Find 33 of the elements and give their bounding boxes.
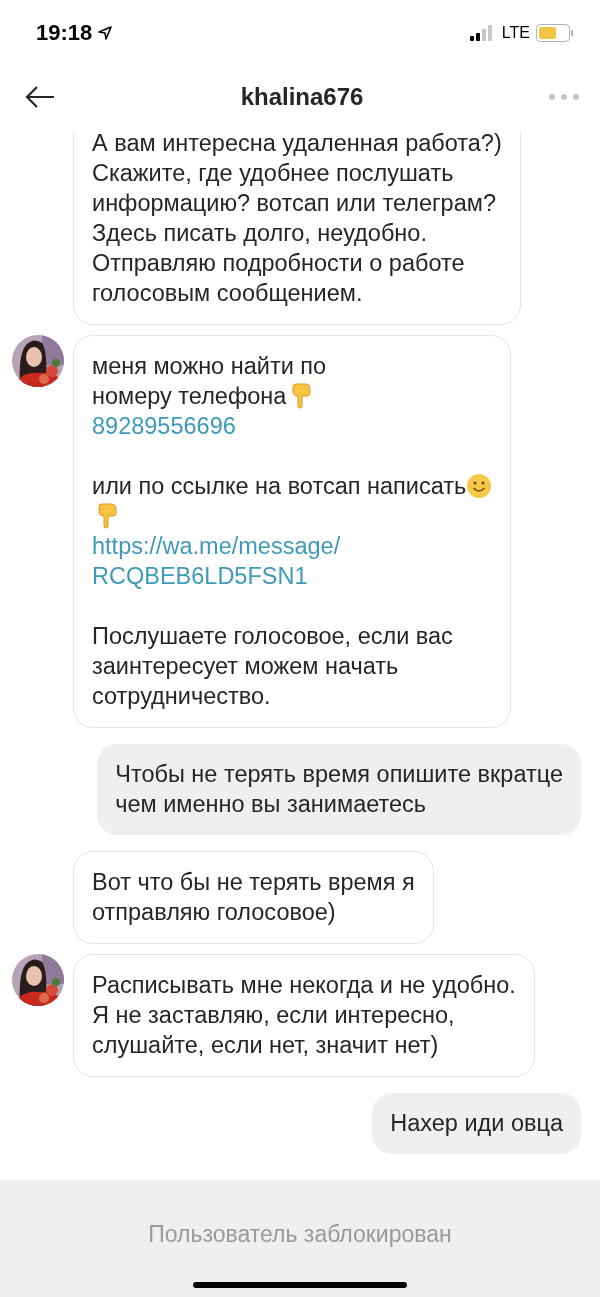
message-text: голосовым сообщением.	[92, 279, 363, 307]
message-text: Я не заставляю, если интересно,	[92, 1001, 455, 1029]
message-text: или по ссылке на вотсап написать	[92, 472, 467, 500]
message-text: номеру телефона	[92, 382, 287, 410]
message-text: А вам интересна удаленная работа?)	[92, 132, 502, 157]
message-text: Отправляю подробности о работе	[92, 249, 465, 277]
message-text: сотрудничество.	[92, 682, 271, 710]
message-text: Расписывать мне некогда и не удобно.	[92, 971, 516, 999]
chat-title: khalina676	[240, 83, 364, 111]
network-label: LTE	[501, 24, 530, 42]
message-text: Нахер иди овца	[390, 1109, 563, 1137]
back-button[interactable]	[24, 85, 56, 109]
message-link[interactable]: RCQBEB6LD5FSN1	[92, 562, 308, 590]
message-text: Скажите, где удобнее послушать	[92, 159, 454, 187]
message-text: заинтересует можем начать	[92, 652, 399, 680]
location-arrow-icon	[98, 26, 113, 40]
message-text: информацию? вотсап или телеграм?	[92, 189, 496, 217]
pointing-down-icon	[290, 383, 313, 409]
message-text: меня можно найти по	[92, 352, 327, 380]
message-text: Здесь писать долго, неудобно.	[92, 219, 427, 247]
message-text: Вот что бы не терять время я	[92, 868, 415, 896]
message-link[interactable]: https://wa.me/message/	[92, 532, 341, 560]
message-text: чем именно вы занимаетесь	[115, 790, 427, 818]
message-text: Чтобы не терять время опишите вкратце	[115, 760, 563, 788]
message-text: Послушаете голосовое, если вас	[92, 622, 453, 650]
smiley-icon	[466, 473, 493, 499]
message-text: слушайте, если нет, значит нет)	[92, 1031, 439, 1059]
blocked-notice: Пользователь заблокирован	[148, 1221, 452, 1248]
pointing-down-icon	[96, 503, 118, 529]
message-link[interactable]: 89289556696	[92, 412, 236, 440]
status-time: 19:18	[36, 20, 93, 46]
message-text: отправляю голосовое)	[92, 898, 336, 926]
battery-icon	[536, 24, 574, 42]
